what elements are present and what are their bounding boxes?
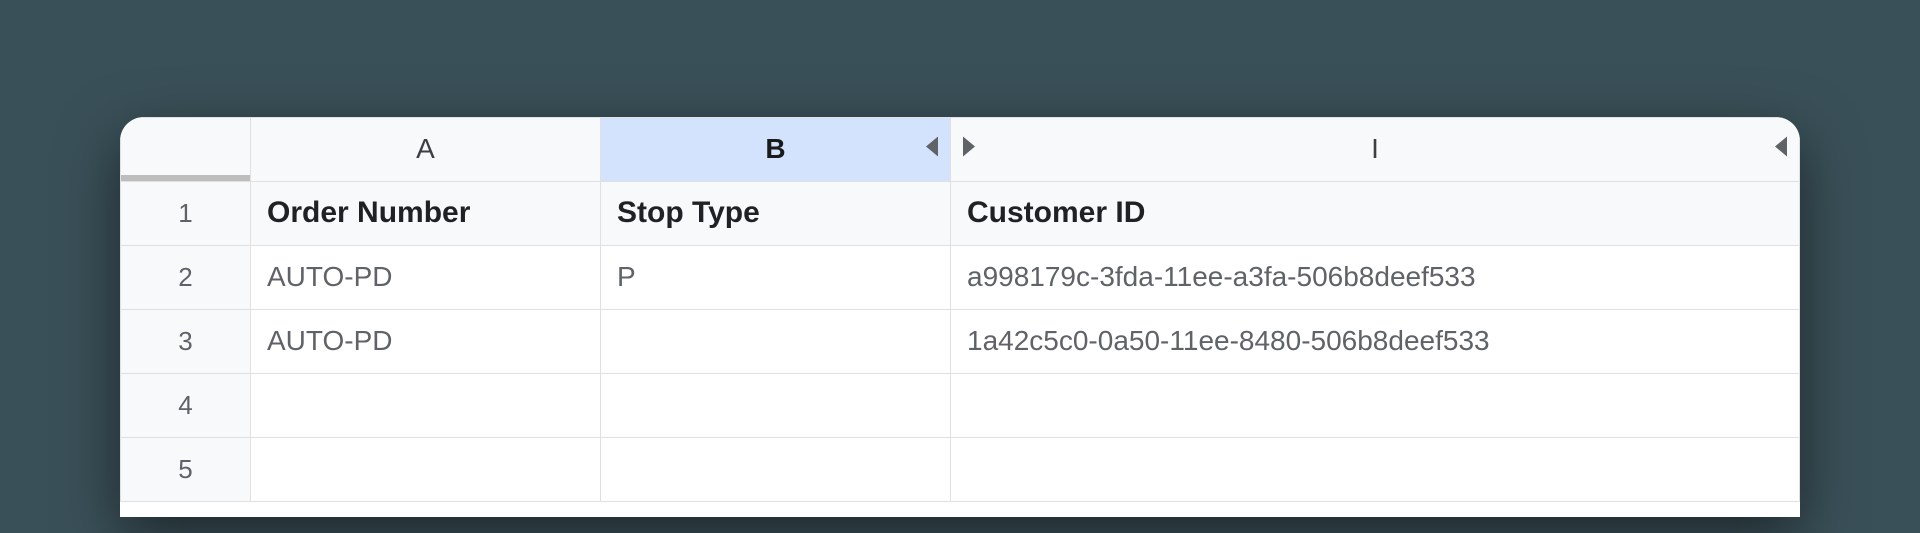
row-header-4[interactable]: 4 bbox=[121, 373, 251, 437]
row-header-2[interactable]: 2 bbox=[121, 245, 251, 309]
spreadsheet-grid: A B I 1 Order Number Stop Type Customer … bbox=[120, 117, 1800, 502]
header-cell-order-number[interactable]: Order Number bbox=[251, 181, 601, 245]
cell-i5[interactable] bbox=[951, 437, 1800, 501]
spreadsheet-window: A B I 1 Order Number Stop Type Customer … bbox=[120, 117, 1800, 517]
cell-a3[interactable]: AUTO-PD bbox=[251, 309, 601, 373]
cell-a4[interactable] bbox=[251, 373, 601, 437]
row-header-5[interactable]: 5 bbox=[121, 437, 251, 501]
cell-b4[interactable] bbox=[601, 373, 951, 437]
cell-i2[interactable]: a998179c-3fda-11ee-a3fa-506b8deef533 bbox=[951, 245, 1800, 309]
column-header-b[interactable]: B bbox=[601, 117, 951, 181]
cell-b5[interactable] bbox=[601, 437, 951, 501]
header-cell-stop-type[interactable]: Stop Type bbox=[601, 181, 951, 245]
column-header-a[interactable]: A bbox=[251, 117, 601, 181]
cell-b3[interactable] bbox=[601, 309, 951, 373]
collapse-left-icon[interactable] bbox=[926, 137, 938, 162]
collapse-left-icon[interactable] bbox=[1775, 137, 1787, 162]
cell-i4[interactable] bbox=[951, 373, 1800, 437]
cell-a5[interactable] bbox=[251, 437, 601, 501]
expand-right-icon[interactable] bbox=[963, 137, 975, 162]
select-all-corner[interactable] bbox=[121, 117, 251, 181]
row-header-3[interactable]: 3 bbox=[121, 309, 251, 373]
cell-b2[interactable]: P bbox=[601, 245, 951, 309]
row-header-1[interactable]: 1 bbox=[121, 181, 251, 245]
header-cell-customer-id[interactable]: Customer ID bbox=[951, 181, 1800, 245]
column-header-i[interactable]: I bbox=[951, 117, 1800, 181]
cell-i3[interactable]: 1a42c5c0-0a50-11ee-8480-506b8deef533 bbox=[951, 309, 1800, 373]
column-header-i-label: I bbox=[1371, 133, 1379, 164]
cell-a2[interactable]: AUTO-PD bbox=[251, 245, 601, 309]
column-header-b-label: B bbox=[765, 133, 785, 164]
